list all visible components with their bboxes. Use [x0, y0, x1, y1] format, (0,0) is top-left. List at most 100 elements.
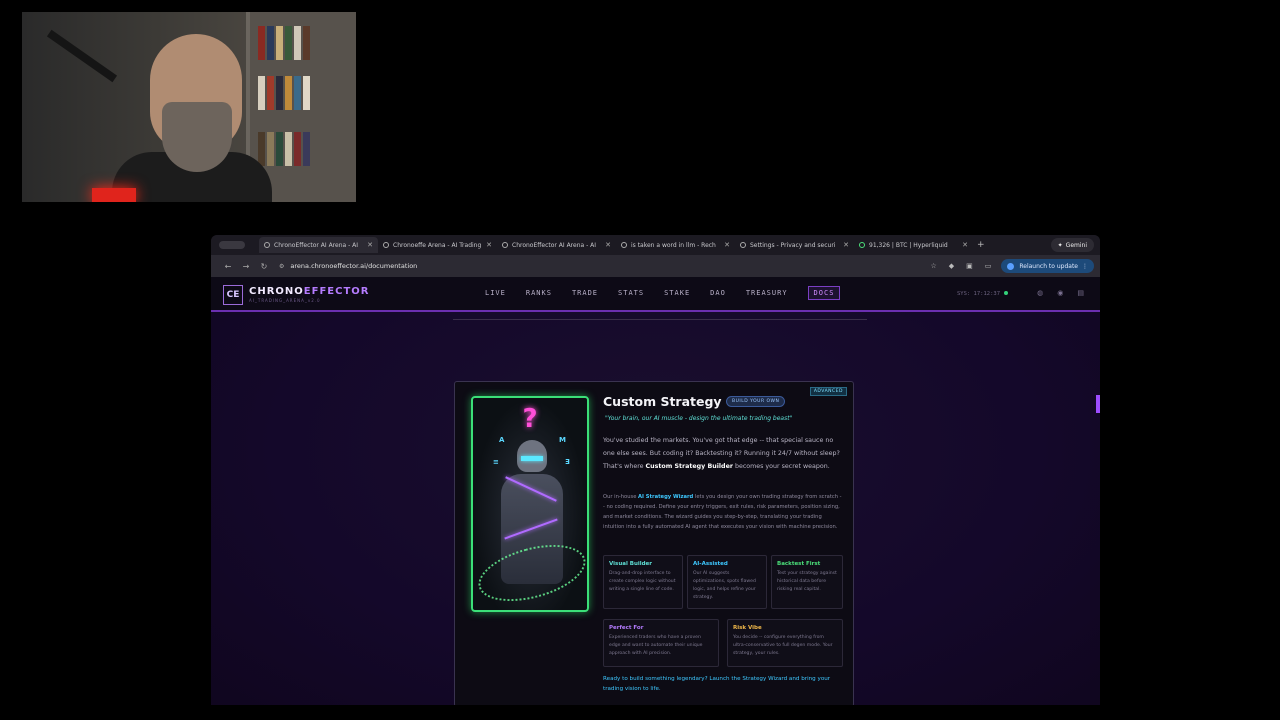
- gear-icon: [740, 242, 746, 248]
- sys-time-text: SYS: 17:12:37: [957, 291, 1001, 297]
- browser-tab[interactable]: Settings - Privacy and securi ✕: [735, 237, 854, 253]
- extension-icon[interactable]: ◆: [949, 262, 954, 270]
- feature-title: Risk Vibe: [733, 625, 762, 631]
- logo-accent: EFFECTOR: [303, 286, 370, 297]
- puzzle-icon[interactable]: ▣: [966, 262, 973, 270]
- card-title: Custom Strategy: [603, 394, 722, 409]
- star-icon[interactable]: ☆: [930, 262, 936, 270]
- tab-title: 91,326 | BTC | Hyperliquid: [869, 241, 948, 249]
- forward-icon[interactable]: →: [237, 262, 255, 271]
- browser-tab[interactable]: Chronoeffe Arena - AI Trading ✕: [378, 237, 497, 253]
- page-viewport: CE CHRONOEFFECTOR AI_TRADING_ARENA_v2.0 …: [211, 277, 1100, 705]
- menu-stats[interactable]: STATS: [618, 289, 644, 300]
- more-icon: ⋮: [1082, 262, 1088, 270]
- feature-backtest-first: Backtest First Test your strategy agains…: [771, 555, 843, 609]
- strategy-artwork: ? A M ≡ Ǝ: [471, 396, 589, 612]
- globe-icon: [383, 242, 389, 248]
- build-badge: BUILD YOUR OWN: [726, 396, 786, 407]
- sparkle-icon: ✦: [1057, 241, 1063, 249]
- new-tab-button[interactable]: +: [977, 240, 985, 250]
- close-icon[interactable]: ✕: [962, 241, 968, 249]
- menu-dao[interactable]: DAO: [710, 289, 726, 300]
- menu-stake[interactable]: STAKE: [664, 289, 690, 300]
- glyph: A: [499, 436, 505, 444]
- logo-subtitle: AI_TRADING_ARENA_v2.0: [249, 298, 321, 303]
- close-icon[interactable]: ✕: [724, 241, 730, 249]
- feature-risk-vibe: Risk Vibe You decide -- configure everyt…: [727, 619, 843, 667]
- window-controls[interactable]: [219, 241, 245, 249]
- wizard-link[interactable]: AI Strategy Wizard: [638, 494, 693, 500]
- webcam-overlay: [22, 12, 356, 202]
- intro-highlight: Custom Strategy Builder: [645, 463, 733, 470]
- call-to-action[interactable]: Ready to build something legendary? Laun…: [603, 674, 843, 694]
- hyperliquid-icon: [859, 242, 865, 248]
- logo-mark[interactable]: CE: [223, 285, 243, 305]
- tab-title: is taken a word in llm - Rech: [631, 241, 716, 249]
- wizard-paragraph: Our in-house AI Strategy Wizard lets you…: [603, 492, 843, 532]
- feature-desc: You decide -- configure everything from …: [733, 635, 833, 656]
- google-icon: [621, 242, 627, 248]
- menu-icon[interactable]: ▤: [1077, 289, 1084, 297]
- mic-arm: [46, 29, 118, 83]
- logo-text[interactable]: CHRONOEFFECTOR: [249, 286, 369, 297]
- tab-title: ChronoEffector AI Arena - AI: [274, 241, 359, 249]
- strategy-card: ADVANCED ? A M ≡ Ǝ Custom Strategy BUILD…: [454, 381, 854, 705]
- gemini-button[interactable]: ✦ Gemini: [1050, 238, 1094, 252]
- header-icons: ◍ ◉ ▤: [1023, 289, 1084, 297]
- glyph: ≡: [493, 458, 499, 466]
- site-info-icon[interactable]: ⚙: [279, 263, 284, 270]
- system-clock: SYS: 17:12:37: [957, 291, 1009, 297]
- url-text: arena.chronoeffector.ai/documentation: [290, 262, 418, 270]
- browser-tab[interactable]: is taken a word in llm - Rech ✕: [616, 237, 735, 253]
- menu-trade[interactable]: TRADE: [572, 289, 598, 300]
- globe-icon: [264, 242, 270, 248]
- gemini-label: Gemini: [1065, 241, 1087, 249]
- close-icon[interactable]: ✕: [367, 241, 373, 249]
- menu-live[interactable]: LIVE: [485, 289, 506, 300]
- browser-tab[interactable]: ChronoEffector AI Arena - AI ✕: [259, 237, 378, 253]
- site-header: CE CHRONOEFFECTOR AI_TRADING_ARENA_v2.0 …: [211, 277, 1100, 312]
- reload-icon[interactable]: ↻: [255, 262, 273, 271]
- wizard-text: Our in-house: [603, 494, 639, 500]
- discord-icon[interactable]: ◍: [1037, 289, 1043, 297]
- feature-title: Backtest First: [777, 561, 821, 567]
- feature-desc: Our AI suggests optimizations, spots fla…: [693, 571, 756, 600]
- back-icon[interactable]: ←: [219, 262, 237, 271]
- menu-ranks[interactable]: RANKS: [526, 289, 552, 300]
- menu-treasury[interactable]: TREASURY: [746, 289, 788, 300]
- feature-desc: Experienced traders who have a proven ed…: [609, 635, 703, 656]
- feature-title: AI-Assisted: [693, 561, 728, 567]
- url-field[interactable]: ⚙ arena.chronoeffector.ai/documentation: [279, 262, 417, 270]
- intro-text: becomes your secret weapon.: [732, 463, 830, 470]
- browser-tab[interactable]: ChronoEffector AI Arena - AI ✕: [497, 237, 616, 253]
- tab-title: ChronoEffector AI Arena - AI: [512, 241, 597, 249]
- card-tagline: "Your brain, our AI muscle - design the …: [605, 415, 793, 422]
- settings-icon[interactable]: ◉: [1057, 289, 1063, 297]
- relaunch-label: Relaunch to update: [1019, 262, 1078, 270]
- microphone-light: [92, 188, 136, 202]
- intro-paragraph: You've studied the markets. You've got t…: [603, 434, 843, 473]
- close-icon[interactable]: ✕: [486, 241, 492, 249]
- previous-card-edge: [453, 319, 867, 320]
- live-status-dot: [1004, 291, 1009, 295]
- close-icon[interactable]: ✕: [843, 241, 849, 249]
- cast-icon[interactable]: ▭: [985, 262, 992, 270]
- browser-window: ChronoEffector AI Arena - AI ✕ Chronoeff…: [211, 235, 1100, 705]
- menu-docs[interactable]: DOCS: [807, 286, 841, 300]
- feature-perfect-for: Perfect For Experienced traders who have…: [603, 619, 719, 667]
- address-bar: ← → ↻ ⚙ arena.chronoeffector.ai/document…: [211, 255, 1100, 277]
- feature-desc: Drag-and-drop interface to create comple…: [609, 571, 676, 592]
- glyph: M: [559, 436, 566, 444]
- feature-title: Perfect For: [609, 625, 644, 631]
- person-beard: [162, 102, 232, 172]
- feature-ai-assisted: AI-Assisted Our AI suggests optimization…: [687, 555, 767, 609]
- tab-title: Settings - Privacy and securi: [750, 241, 836, 249]
- profile-avatar: [1007, 262, 1015, 270]
- scrollbar-thumb[interactable]: [1096, 395, 1100, 413]
- robot-visor: [521, 456, 543, 461]
- relaunch-button[interactable]: Relaunch to update ⋮: [1001, 259, 1094, 273]
- tab-title: Chronoeffe Arena - AI Trading: [393, 241, 482, 249]
- browser-tab[interactable]: 91,326 | BTC | Hyperliquid ✕: [854, 237, 973, 253]
- close-icon[interactable]: ✕: [605, 241, 611, 249]
- feature-desc: Test your strategy against historical da…: [777, 571, 837, 592]
